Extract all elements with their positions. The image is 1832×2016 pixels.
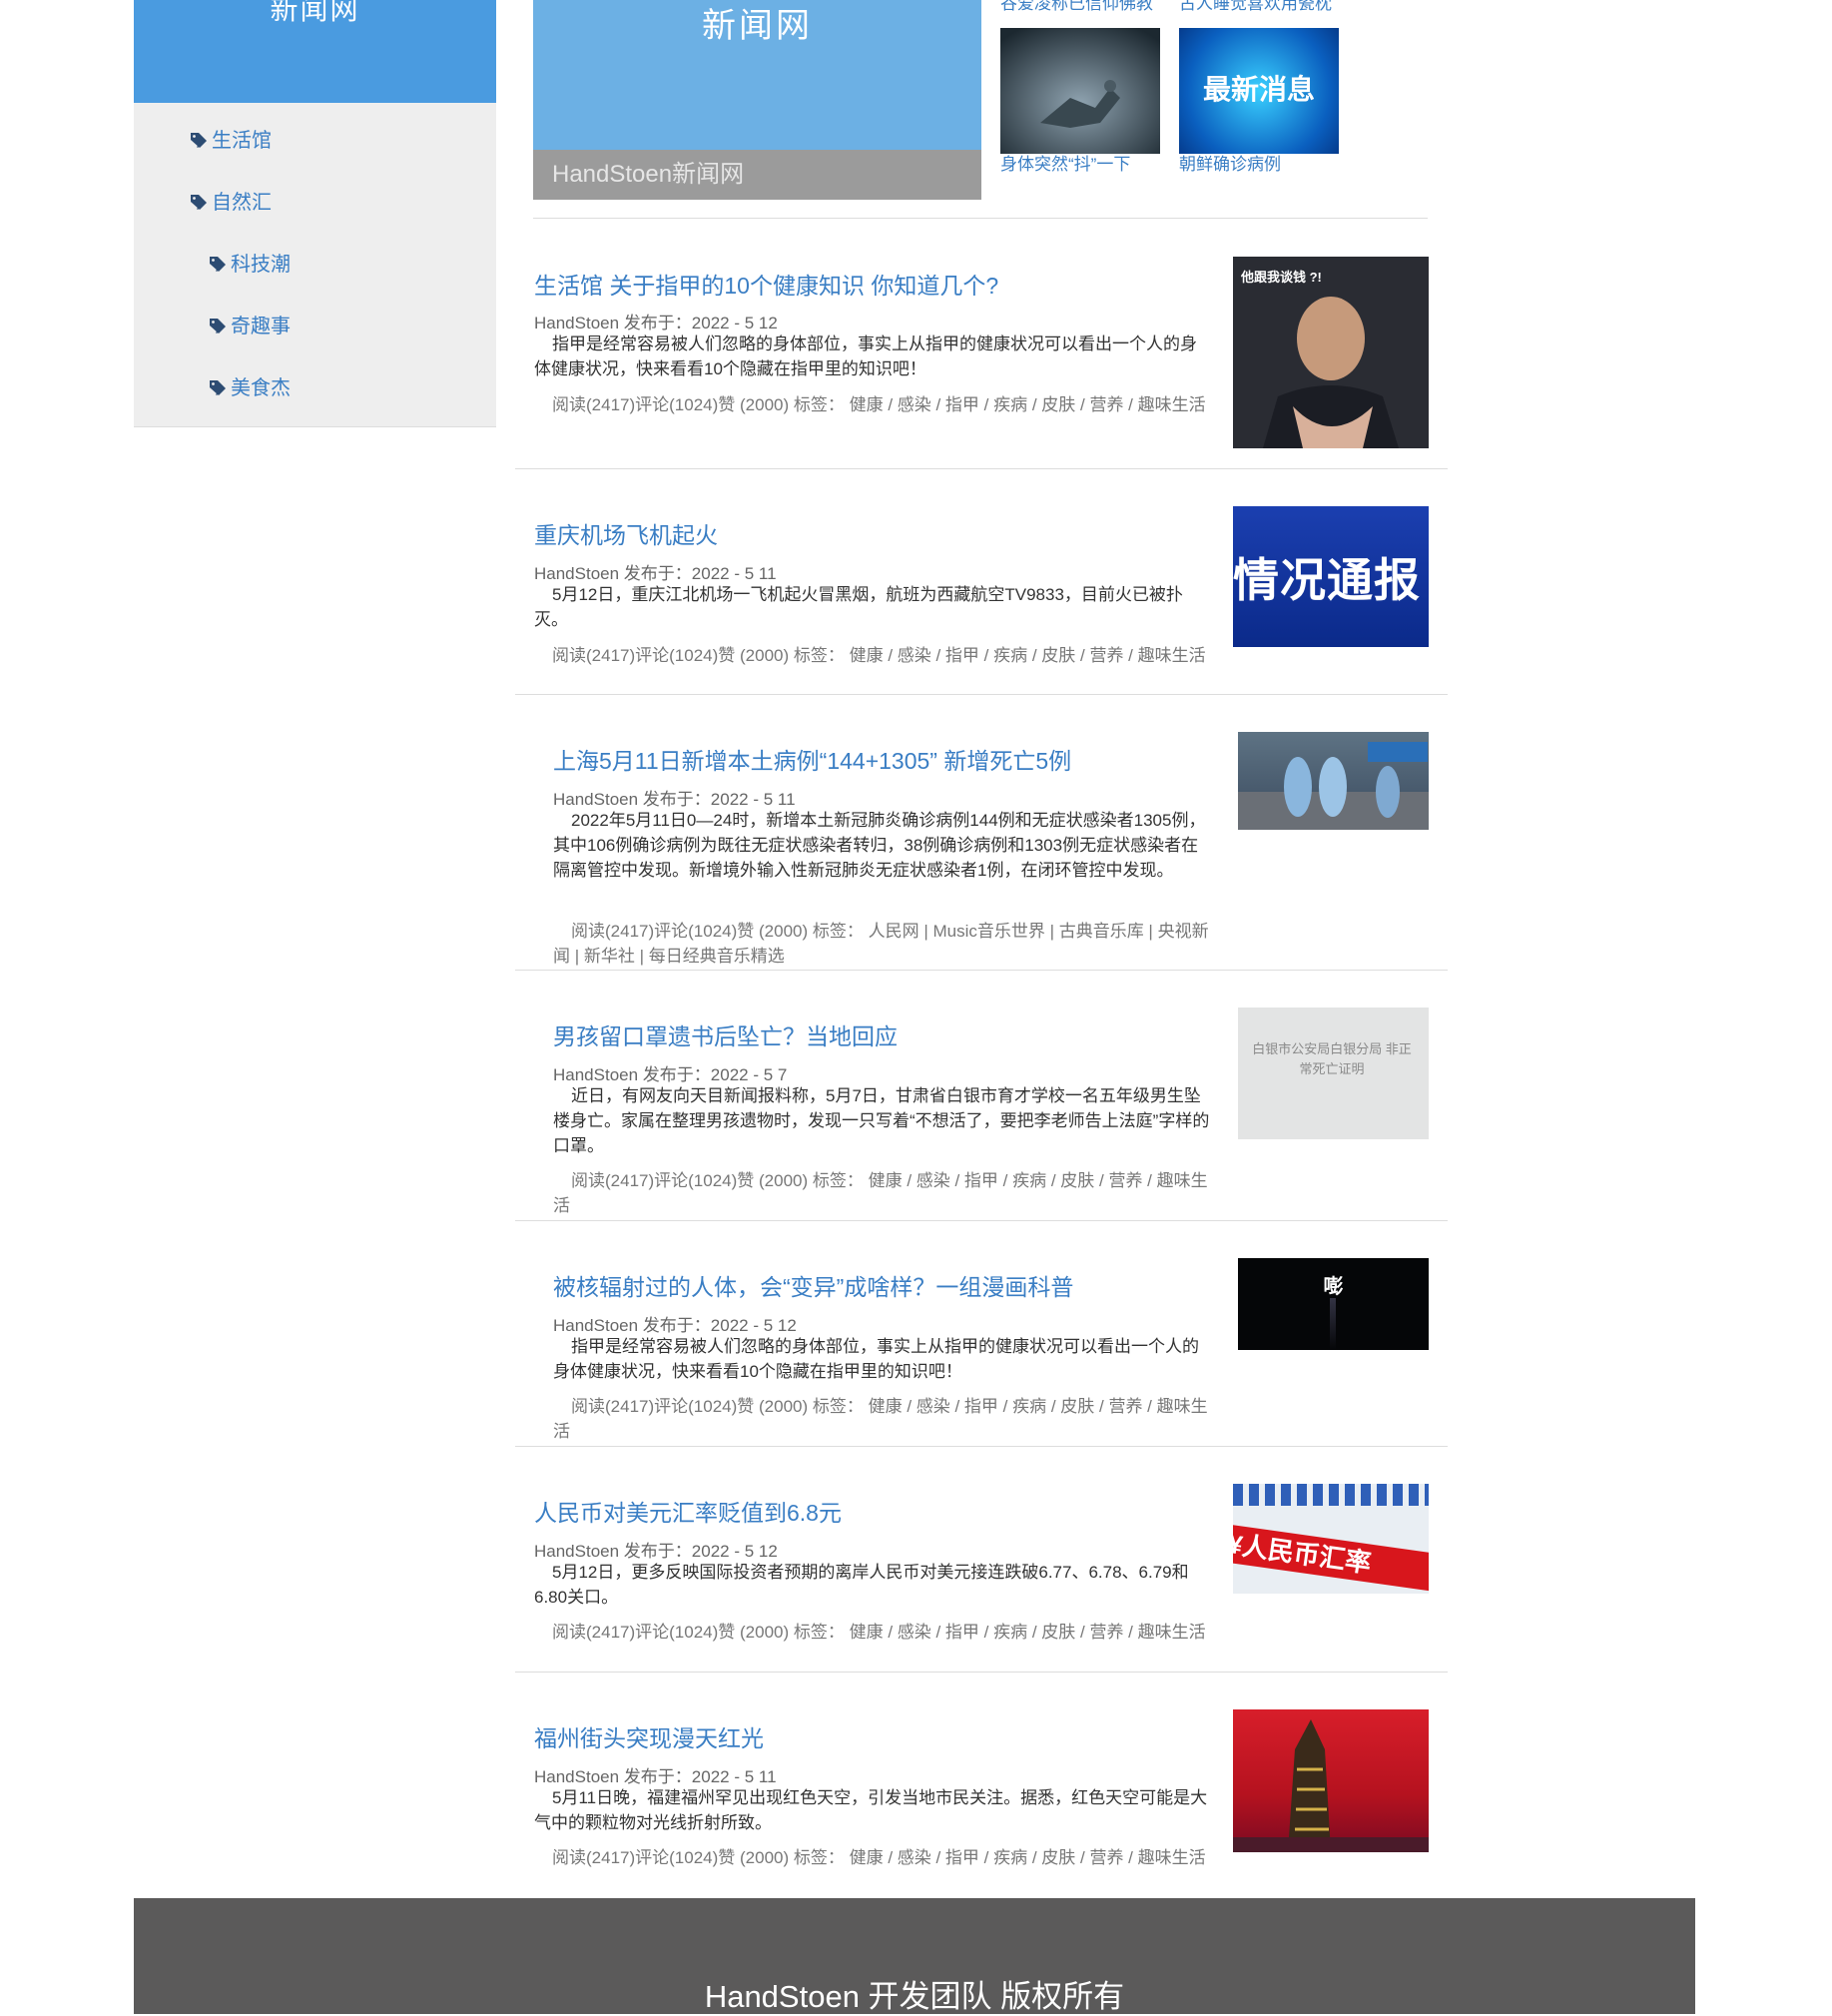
- article-summary: 指甲是经常容易被人们忽略的身体部位，事实上从指甲的健康状况可以看出一个人的身体健…: [534, 335, 1197, 378]
- article-summary: 5月12日，重庆江北机场一飞机起火冒黑烟，航班为西藏航空TV9833，目前火已被…: [534, 585, 1183, 629]
- sidebar-item-food[interactable]: 美食杰: [134, 364, 496, 426]
- footer-copyright: HandStoen 开发团队 版权所有: [704, 1979, 1125, 2014]
- thumbnail-caption: 嘭: [1323, 1276, 1344, 1298]
- article-stats: 阅读(2417)评论(1024)赞 (2000) 标签： 健康 / 感染 / 指…: [552, 395, 1206, 414]
- article-meta: HandStoen 发布于：2022 - 5 11: [534, 564, 777, 583]
- article-stats: 阅读(2417)评论(1024)赞 (2000) 标签： 健康 / 感染 / 指…: [553, 1171, 1208, 1215]
- sidebar-item-label: 科技潮: [231, 254, 291, 276]
- article-meta: HandStoen 发布于：2022 - 5 11: [553, 790, 796, 809]
- sidebar-menu: 生活馆 自然汇 科技潮 奇趣事 美食杰: [134, 103, 496, 427]
- sidebar-header: 新闻网: [134, 0, 496, 103]
- sidebar-item-tech[interactable]: 科技潮: [134, 241, 496, 303]
- featured-top-link[interactable]: 古人睡觉喜欢用瓷枕: [1179, 0, 1332, 14]
- article-meta: HandStoen 发布于：2022 - 5 12: [534, 314, 778, 333]
- article-thumbnail[interactable]: [1233, 1709, 1429, 1852]
- article-item: 人民币对美元汇率贬值到6.8元 HandStoen 发布于：2022 - 5 1…: [515, 1447, 1448, 1673]
- article-thumbnail[interactable]: 白银市公安局白银分局 非正常死亡证明: [1238, 1008, 1429, 1139]
- sidebar-item-nature[interactable]: 自然汇: [134, 179, 496, 241]
- sidebar-item-life[interactable]: 生活馆: [134, 117, 496, 179]
- thumbnail-caption: 白银市公安局白银分局 非正常死亡证明: [1252, 1041, 1412, 1076]
- article-summary: 近日，有网友向天目新闻报料称，5月7日，甘肃省白银市育才学校一名五年级男生坠楼身…: [553, 1086, 1210, 1155]
- footer: HandStoen 开发团队 版权所有: [134, 1898, 1695, 2014]
- sidebar: 新闻网 生活馆 自然汇 科技潮 奇趣事 美食杰: [134, 0, 496, 427]
- sidebar-item-label: 自然汇: [212, 192, 272, 214]
- sidebar-item-fun[interactable]: 奇趣事: [134, 303, 496, 364]
- article-meta: HandStoen 发布于：2022 - 5 7: [553, 1065, 788, 1084]
- tags-icon: [191, 133, 207, 148]
- sidebar-item-label: 美食杰: [231, 377, 291, 399]
- tags-icon: [210, 319, 226, 334]
- article-item: 重庆机场飞机起火 HandStoen 发布于：2022 - 5 11 5月12日…: [515, 469, 1448, 695]
- article-stats: 阅读(2417)评论(1024)赞 (2000) 标签： 健康 / 感染 / 指…: [552, 1623, 1206, 1642]
- article-meta: HandStoen 发布于：2022 - 5 11: [534, 1767, 777, 1786]
- banner-title: 新闻网: [702, 7, 813, 45]
- sidebar-item-label: 奇趣事: [231, 316, 291, 337]
- article-thumbnail[interactable]: 嘭: [1238, 1258, 1429, 1350]
- tags-icon: [191, 195, 207, 210]
- article-thumbnail[interactable]: 情况通报: [1233, 506, 1429, 647]
- featured-thumbnail[interactable]: 最新消息: [1179, 28, 1339, 154]
- article-item: 男孩留口罩遗书后坠亡？当地回应 HandStoen 发布于：2022 - 5 7…: [515, 971, 1448, 1221]
- hero-banner[interactable]: 新闻网 HandStoen新闻网: [533, 0, 981, 200]
- featured-top-link[interactable]: 谷爱凌称已信仰佛教: [1000, 0, 1153, 14]
- article-stats: 阅读(2417)评论(1024)赞 (2000) 标签： 健康 / 感染 / 指…: [552, 646, 1206, 665]
- article-item: 生活馆 关于指甲的10个健康知识 你知道几个? HandStoen 发布于：20…: [515, 219, 1448, 469]
- article-item: 福州街头突现漫天红光 HandStoen 发布于：2022 - 5 11 5月1…: [515, 1673, 1448, 1898]
- article-stats: 阅读(2417)评论(1024)赞 (2000) 标签： 健康 / 感染 / 指…: [552, 1848, 1206, 1867]
- article-title[interactable]: 上海5月11日新增本土病例“144+1305” 新增死亡5例: [553, 742, 1071, 776]
- article-title[interactable]: 重庆机场飞机起火: [534, 516, 718, 550]
- banner-caption: HandStoen新闻网: [533, 150, 981, 200]
- article-title[interactable]: 被核辐射过的人体，会“变异”成啥样？一组漫画科普: [553, 1268, 1073, 1302]
- thumbnail-stripe: [1233, 1484, 1429, 1506]
- article-thumbnail[interactable]: [1238, 732, 1429, 830]
- featured-photo: [1000, 28, 1160, 154]
- article-title[interactable]: 福州街头突现漫天红光: [534, 1719, 764, 1753]
- article-summary: 5月12日，更多反映国际投资者预期的离岸人民币对美元接连跌破6.77、6.78、…: [534, 1563, 1189, 1607]
- article-thumbnail[interactable]: 他跟我谈钱 ?!: [1233, 257, 1429, 448]
- thumbnail-caption: 情况通报: [1233, 554, 1421, 606]
- article-stats: 阅读(2417)评论(1024)赞 (2000) 标签： 人民网 | Music…: [553, 922, 1209, 966]
- article-summary: 2022年5月11日0—24时，新增本土新冠肺炎确诊病例144例和无症状感染者1…: [553, 811, 1206, 880]
- featured-thumbnail[interactable]: [1000, 28, 1160, 154]
- tags-icon: [210, 380, 226, 395]
- sidebar-header-title: 新闻网: [270, 0, 360, 25]
- article-item: 上海5月11日新增本土病例“144+1305” 新增死亡5例 HandStoen…: [515, 695, 1448, 971]
- article-title[interactable]: 男孩留口罩遗书后坠亡？当地回应: [553, 1017, 898, 1051]
- article-meta: HandStoen 发布于：2022 - 5 12: [553, 1316, 797, 1335]
- tags-icon: [210, 257, 226, 272]
- thumbnail-glow: [1330, 1298, 1336, 1350]
- article-title[interactable]: 生活馆 关于指甲的10个健康知识 你知道几个?: [534, 267, 998, 301]
- article-summary: 5月11日晚，福建福州罕见出现红色天空，引发当地市民关注。据悉，红色天空可能是大…: [534, 1788, 1208, 1832]
- article-title[interactable]: 人民币对美元汇率贬值到6.8元: [534, 1494, 842, 1528]
- thumbnail-photo: [1238, 742, 1429, 830]
- article-meta: HandStoen 发布于：2022 - 5 12: [534, 1542, 778, 1561]
- article-thumbnail[interactable]: ¥人民币汇率: [1233, 1484, 1429, 1594]
- thumbnail-caption: ¥人民币汇率: [1233, 1524, 1429, 1594]
- article-item: 被核辐射过的人体，会“变异”成啥样？一组漫画科普 HandStoen 发布于：2…: [515, 1221, 1448, 1447]
- featured-image-text: 最新消息: [1202, 74, 1315, 105]
- featured-bottom-link[interactable]: 身体突然“抖”一下: [1000, 155, 1130, 175]
- thumbnail-photo: [1263, 297, 1399, 448]
- thumbnail-photo: [1233, 1719, 1429, 1852]
- featured-bottom-link[interactable]: 朝鲜确诊病例: [1179, 155, 1281, 175]
- sidebar-item-label: 生活馆: [212, 130, 272, 152]
- article-stats: 阅读(2417)评论(1024)赞 (2000) 标签： 健康 / 感染 / 指…: [553, 1397, 1208, 1441]
- article-summary: 指甲是经常容易被人们忽略的身体部位，事实上从指甲的健康状况可以看出一个人的身体健…: [553, 1337, 1199, 1381]
